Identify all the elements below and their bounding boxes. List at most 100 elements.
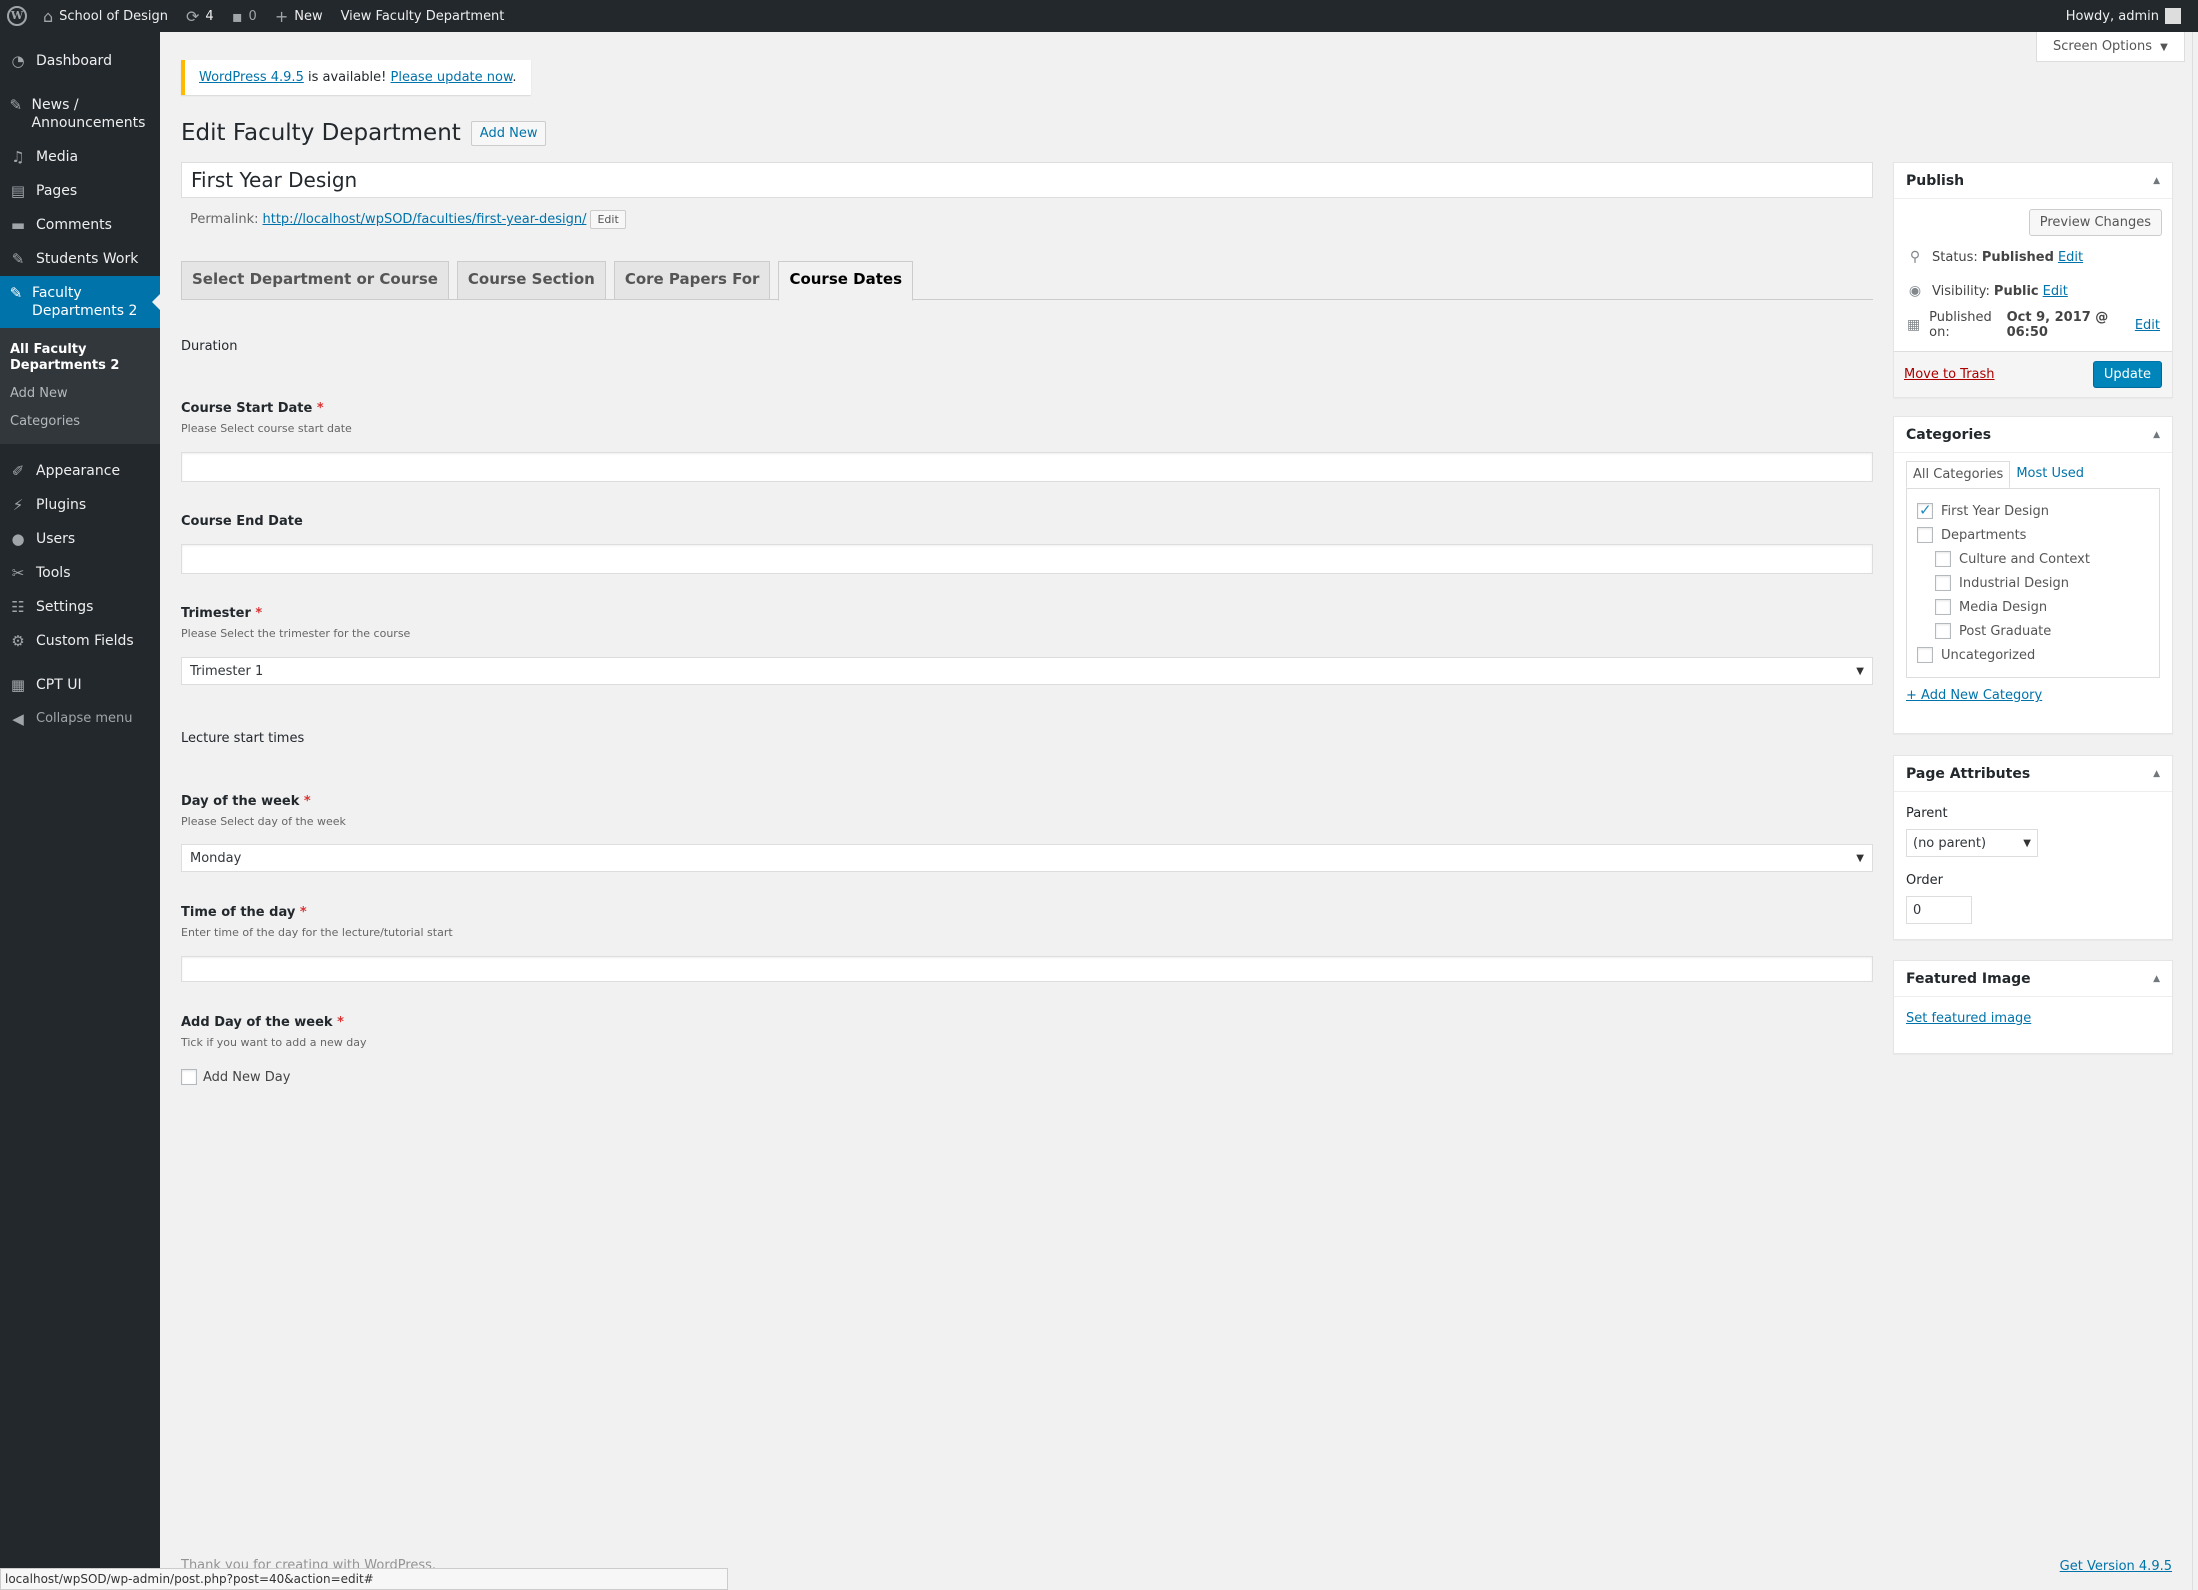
trimester-select[interactable]: Trimester 1 ▼	[181, 657, 1873, 685]
parent-select[interactable]: (no parent) ▼	[1906, 829, 2038, 857]
category-item[interactable]: First Year Design	[1917, 499, 2149, 523]
categories-box-header[interactable]: Categories ▲	[1894, 417, 2172, 453]
edit-date-link[interactable]: Edit	[2135, 318, 2160, 333]
comments-link[interactable]: ▪ 0	[223, 0, 266, 32]
screen-options-button[interactable]: Screen Options ▼	[2036, 32, 2185, 62]
category-item[interactable]: Departments	[1917, 523, 2149, 547]
move-to-trash-link[interactable]: Move to Trash	[1904, 367, 1995, 382]
triangle-up-icon[interactable]: ▲	[2153, 176, 2160, 186]
featured-image-box: Featured Image ▲ Set featured image	[1893, 960, 2173, 1054]
tab-course-dates[interactable]: Course Dates	[778, 261, 913, 301]
triangle-up-icon[interactable]: ▲	[2153, 974, 2160, 984]
tab-select-department[interactable]: Select Department or Course	[181, 261, 449, 300]
updates-link[interactable]: ⟳ 4	[177, 0, 223, 32]
lecture-start-times-heading: Lecture start times	[181, 731, 305, 746]
page-attributes-box-header[interactable]: Page Attributes ▲	[1894, 756, 2172, 792]
permalink: Permalink: http://localhost/wpSOD/facult…	[190, 210, 626, 229]
wordpress-version-link[interactable]: WordPress 4.9.5	[199, 70, 304, 85]
sidebar-item-tools[interactable]: ✂ Tools	[0, 556, 160, 590]
tab-core-papers[interactable]: Core Papers For	[613, 261, 771, 300]
preview-changes-button[interactable]: Preview Changes	[2028, 209, 2162, 236]
category-checkbox[interactable]	[1917, 501, 1933, 519]
update-notice: WordPress 4.9.5 is available! Please upd…	[181, 60, 531, 95]
category-checkbox[interactable]	[1935, 623, 1951, 639]
category-item[interactable]: Industrial Design	[1917, 571, 2149, 595]
tab-course-section[interactable]: Course Section	[456, 261, 606, 300]
add-new-day-checkbox[interactable]	[181, 1069, 197, 1085]
chevron-down-icon: ▼	[1856, 852, 1864, 864]
order-input[interactable]: 0	[1906, 896, 1972, 924]
my-account-link[interactable]: Howdy, admin	[2057, 0, 2190, 32]
sidebar-item-dashboard[interactable]: ◔ Dashboard	[0, 44, 160, 78]
custom-fields-icon: ⚙	[11, 632, 25, 650]
category-item[interactable]: Culture and Context	[1917, 547, 2149, 571]
pin-icon: ✎	[9, 96, 23, 114]
submenu-add-new[interactable]: Add New	[0, 380, 160, 408]
new-content-link[interactable]: + New	[266, 0, 332, 32]
edit-visibility-link[interactable]: Edit	[2043, 284, 2068, 299]
sidebar-item-plugins[interactable]: ⚡ Plugins	[0, 488, 160, 522]
avatar	[2165, 8, 2181, 24]
duration-heading: Duration	[181, 339, 238, 354]
category-tabs: All Categories Most Used	[1894, 453, 2172, 488]
pages-icon: ▤	[10, 182, 26, 200]
category-item[interactable]: Uncategorized	[1917, 643, 2149, 667]
view-post-link[interactable]: View Faculty Department	[332, 0, 514, 32]
category-checkbox[interactable]	[1917, 527, 1933, 543]
publish-box-header[interactable]: Publish ▲	[1894, 163, 2172, 199]
category-checkbox[interactable]	[1935, 599, 1951, 615]
sidebar-item-custom-fields[interactable]: ⚙ Custom Fields	[0, 624, 160, 658]
sidebar-collapse-menu[interactable]: ◀ Collapse menu	[0, 702, 160, 736]
tools-icon: ✂	[11, 564, 25, 582]
course-start-date-input[interactable]	[181, 452, 1873, 482]
add-new-category-link[interactable]: + Add New Category	[1906, 688, 2042, 703]
triangle-up-icon[interactable]: ▲	[2153, 430, 2160, 440]
course-start-date-label-group: Course Start Date * Please Select course…	[181, 401, 352, 435]
site-name-link[interactable]: ⌂ School of Design	[34, 0, 177, 32]
get-version-link[interactable]: Get Version 4.9.5	[2060, 1559, 2172, 1574]
page-attributes-box: Page Attributes ▲ Parent (no parent) ▼ O…	[1893, 755, 2173, 940]
submenu-all-faculty-departments[interactable]: All Faculty Departments 2	[0, 336, 160, 380]
update-button[interactable]: Update	[2092, 361, 2162, 388]
media-icon: ♫	[11, 148, 25, 166]
sidebar-item-cpt-ui[interactable]: ▦ CPT UI	[0, 668, 160, 702]
sidebar-submenu: All Faculty Departments 2 Add New Catego…	[0, 328, 160, 444]
day-of-week-select[interactable]: Monday ▼	[181, 844, 1873, 872]
comments-icon: ▬	[10, 216, 26, 234]
submenu-categories[interactable]: Categories	[0, 408, 160, 436]
edit-status-link[interactable]: Edit	[2058, 250, 2083, 265]
scrollbar[interactable]	[2192, 32, 2198, 1590]
category-checkbox[interactable]	[1935, 575, 1951, 591]
updates-icon: ⟳	[186, 6, 200, 26]
course-end-date-input[interactable]	[181, 544, 1873, 574]
time-of-day-input[interactable]	[181, 956, 1873, 982]
triangle-up-icon[interactable]: ▲	[2153, 769, 2160, 779]
permalink-edit-button[interactable]: Edit	[590, 210, 626, 229]
sidebar-item-media[interactable]: ♫ Media	[0, 140, 160, 174]
order-label: Order	[1906, 873, 1943, 888]
sidebar-item-comments[interactable]: ▬ Comments	[0, 208, 160, 242]
sidebar-item-settings[interactable]: ☷ Settings	[0, 590, 160, 624]
eye-icon: ◉	[1908, 283, 1922, 299]
sidebar-item-students-work[interactable]: ✎ Students Work	[0, 242, 160, 276]
tab-most-used[interactable]: Most Used	[2010, 461, 2090, 488]
category-item[interactable]: Post Graduate	[1917, 619, 2149, 643]
category-checkbox[interactable]	[1935, 551, 1951, 567]
sidebar-item-news[interactable]: ✎ News / Announcements	[0, 88, 160, 140]
set-featured-image-link[interactable]: Set featured image	[1906, 1011, 2031, 1026]
publish-actions: Move to Trash Update	[1894, 351, 2172, 397]
category-item[interactable]: Media Design	[1917, 595, 2149, 619]
sidebar-item-faculty-departments[interactable]: ✎ Faculty Departments 2	[0, 276, 160, 328]
add-new-button[interactable]: Add New	[470, 120, 547, 146]
sidebar-item-users[interactable]: ● Users	[0, 522, 160, 556]
update-now-link[interactable]: Please update now	[391, 70, 513, 85]
category-checklist: First Year Design Departments Culture an…	[1906, 488, 2160, 678]
permalink-url-link[interactable]: http://localhost/wpSOD/faculties/first-y…	[263, 212, 587, 227]
sidebar-item-pages[interactable]: ▤ Pages	[0, 174, 160, 208]
post-title-input[interactable]: First Year Design	[181, 162, 1873, 198]
featured-image-box-header[interactable]: Featured Image ▲	[1894, 961, 2172, 997]
category-checkbox[interactable]	[1917, 647, 1933, 663]
wordpress-logo-icon[interactable]: W	[0, 0, 34, 32]
sidebar-item-appearance[interactable]: ✐ Appearance	[0, 454, 160, 488]
tab-all-categories[interactable]: All Categories	[1906, 461, 2011, 488]
